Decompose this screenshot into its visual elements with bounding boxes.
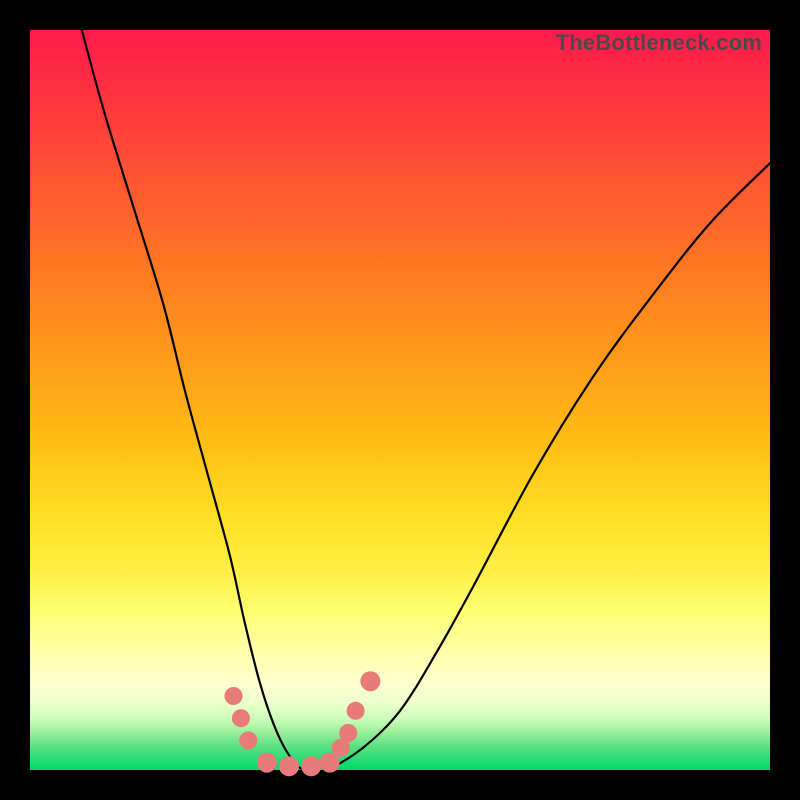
marker-point — [360, 671, 380, 691]
marker-point — [339, 724, 357, 742]
marker-point — [279, 756, 299, 776]
marker-point — [239, 731, 257, 749]
marker-point — [347, 702, 365, 720]
plot-area: TheBottleneck.com — [30, 30, 770, 770]
chart-svg — [30, 30, 770, 770]
marker-point — [257, 753, 277, 773]
marker-point — [232, 709, 250, 727]
chart-frame: TheBottleneck.com — [0, 0, 800, 800]
marker-point — [301, 756, 321, 776]
marker-point — [225, 687, 243, 705]
bottleneck-curve — [82, 30, 770, 772]
highlight-markers — [225, 671, 381, 776]
